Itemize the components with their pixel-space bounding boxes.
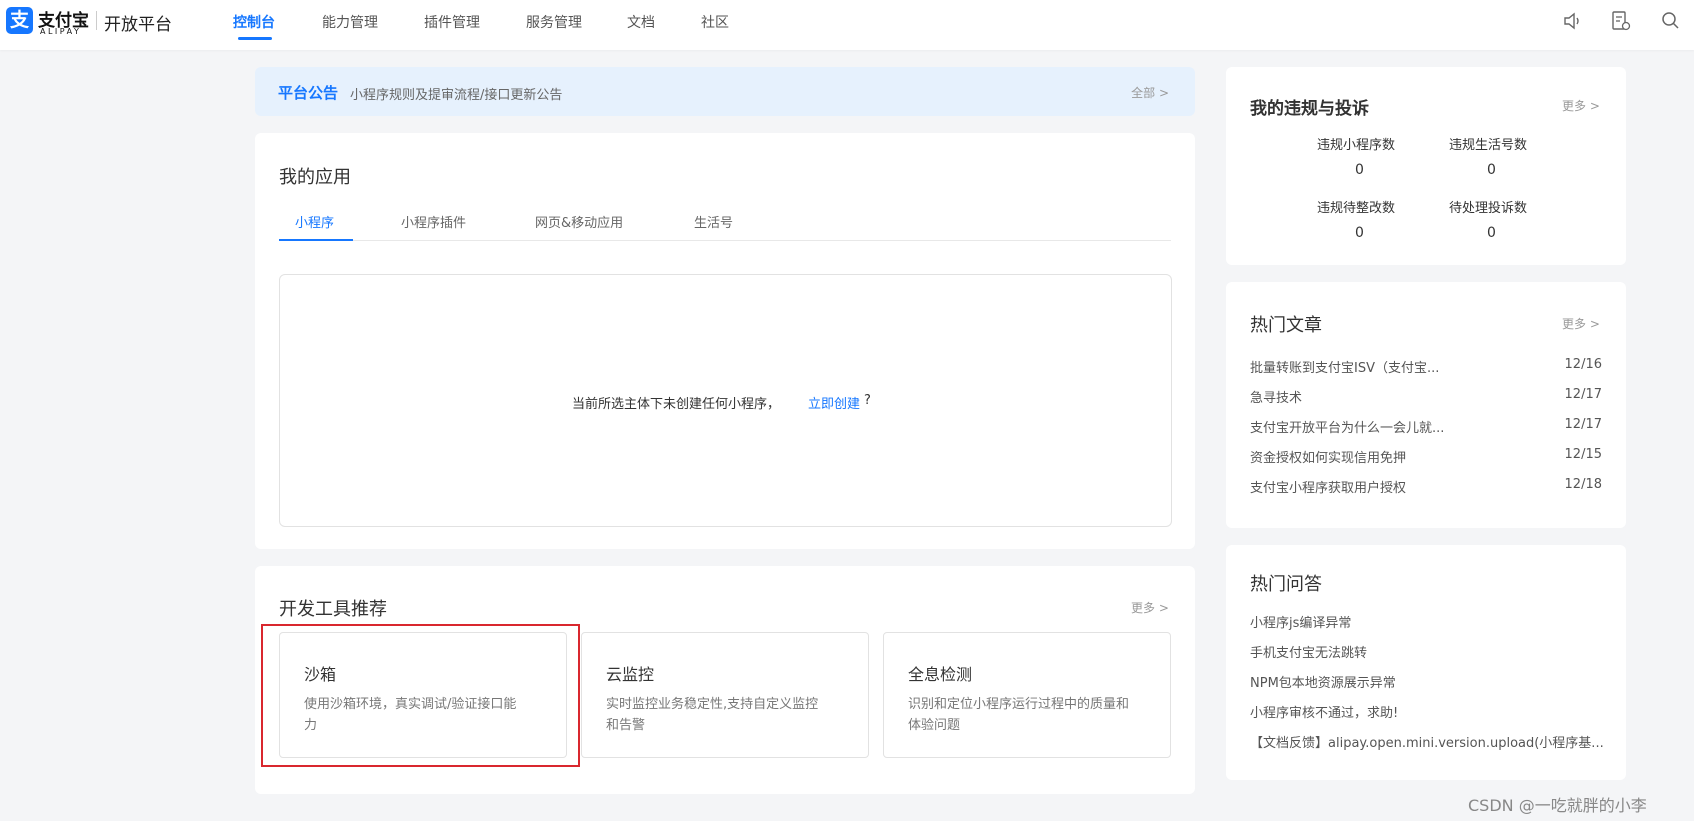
tabs-divider xyxy=(279,240,1171,241)
nav-plugin[interactable]: 插件管理 xyxy=(424,12,480,32)
tool-card-cloud-monitor[interactable]: 云监控 实时监控业务稳定性,支持自定义监控 和告警 xyxy=(581,632,869,758)
qa-item[interactable]: 【文档反馈】alipay.open.mini.version.upload(小程… xyxy=(1250,732,1604,751)
stat-value[interactable]: 0 xyxy=(1355,225,1364,241)
dev-tools-more-link[interactable]: 更多 > xyxy=(1131,599,1169,616)
article-title[interactable]: 资金授权如何实现信用免押 xyxy=(1250,447,1406,466)
article-title[interactable]: 急寻技术 xyxy=(1250,387,1302,406)
tool-description-line: 识别和定位小程序运行过程中的质量和 xyxy=(908,697,1130,712)
nav-community[interactable]: 社区 xyxy=(701,12,729,32)
tab-life-account[interactable]: 生活号 xyxy=(694,212,733,231)
article-title[interactable]: 支付宝小程序获取用户授权 xyxy=(1250,477,1406,496)
search-icon[interactable] xyxy=(1660,10,1682,32)
notice-all-link[interactable]: 全部 > xyxy=(1131,84,1169,101)
empty-question-mark: ? xyxy=(864,393,871,408)
stat-label: 待处理投诉数 xyxy=(1449,201,1528,216)
hot-articles-title: 热门文章 xyxy=(1250,315,1322,336)
tool-name: 云监控 xyxy=(606,665,655,684)
csdn-watermark: CSDN @一吃就胖的小李 xyxy=(1468,796,1647,815)
tool-name: 全息检测 xyxy=(908,665,973,684)
nav-capability[interactable]: 能力管理 xyxy=(322,12,378,32)
document-settings-icon[interactable] xyxy=(1610,10,1632,32)
qa-item[interactable]: NPM包本地资源展示异常 xyxy=(1250,672,1396,691)
tab-active-indicator xyxy=(279,239,353,241)
article-date: 12/18 xyxy=(1564,477,1602,492)
nav-docs[interactable]: 文档 xyxy=(627,12,655,32)
tab-mini-program[interactable]: 小程序 xyxy=(295,212,334,231)
article-date: 12/16 xyxy=(1564,357,1602,372)
alipay-logo-icon[interactable]: 支 xyxy=(6,7,33,34)
create-now-link[interactable]: 立即创建 xyxy=(808,393,860,412)
notice-text[interactable]: 小程序规则及提审流程/接口更新公告 xyxy=(350,84,562,103)
tool-description-line: 体验问题 xyxy=(908,718,961,733)
tab-mini-program-plugin[interactable]: 小程序插件 xyxy=(401,212,466,231)
qa-item[interactable]: 手机支付宝无法跳转 xyxy=(1250,642,1367,661)
my-apps-title: 我的应用 xyxy=(279,167,351,188)
nav-console[interactable]: 控制台 xyxy=(233,12,275,32)
stat-value[interactable]: 0 xyxy=(1355,162,1364,178)
article-date: 12/17 xyxy=(1564,387,1602,402)
tool-description-line: 和告警 xyxy=(606,718,646,733)
tool-card-holographic-detection[interactable]: 全息检测 识别和定位小程序运行过程中的质量和 体验问题 xyxy=(883,632,1171,758)
article-date: 12/17 xyxy=(1564,417,1602,432)
violations-more-link[interactable]: 更多 > xyxy=(1562,97,1600,114)
article-title[interactable]: 支付宝开放平台为什么一会儿就... xyxy=(1250,417,1444,436)
nav-service[interactable]: 服务管理 xyxy=(526,12,582,32)
speaker-icon[interactable] xyxy=(1561,10,1583,32)
hot-qa-title: 热门问答 xyxy=(1250,574,1322,595)
stat-value[interactable]: 0 xyxy=(1487,225,1496,241)
brand-name-en: ALIPAY xyxy=(40,27,82,36)
tab-web-mobile-app[interactable]: 网页&移动应用 xyxy=(535,212,623,231)
qa-item[interactable]: 小程序审核不通过，求助! xyxy=(1250,702,1398,721)
qa-item[interactable]: 小程序js编译异常 xyxy=(1250,612,1351,631)
stat-value[interactable]: 0 xyxy=(1487,162,1496,178)
empty-state-text: 当前所选主体下未创建任何小程序， xyxy=(572,397,781,412)
top-navbar: 支 支付宝 ALIPAY 开放平台 控制台 能力管理 插件管理 服务管理 文档 … xyxy=(0,0,1694,50)
stat-label: 违规小程序数 xyxy=(1317,138,1396,153)
tool-description: 实时监控业务稳定性,支持自定义监控 和告警 xyxy=(606,694,818,736)
stat-label: 违规生活号数 xyxy=(1449,138,1528,153)
dev-tools-title: 开发工具推荐 xyxy=(279,599,387,620)
violations-title: 我的违规与投诉 xyxy=(1250,99,1369,119)
stat-label: 违规待整改数 xyxy=(1317,201,1396,216)
nav-active-indicator xyxy=(238,37,272,40)
article-title[interactable]: 批量转账到支付宝ISV（支付宝... xyxy=(1250,357,1439,376)
article-date: 12/15 xyxy=(1564,447,1602,462)
platform-notice-banner[interactable]: 平台公告 小程序规则及提审流程/接口更新公告 全部 > xyxy=(255,67,1195,116)
logo-divider xyxy=(96,11,97,30)
notice-title: 平台公告 xyxy=(278,84,339,102)
hot-articles-more-link[interactable]: 更多 > xyxy=(1562,315,1600,332)
platform-title[interactable]: 开放平台 xyxy=(104,10,172,35)
tool-description-line: 实时监控业务稳定性,支持自定义监控 xyxy=(606,697,819,712)
sandbox-highlight-box xyxy=(261,624,580,767)
tool-description: 识别和定位小程序运行过程中的质量和 体验问题 xyxy=(908,694,1129,736)
